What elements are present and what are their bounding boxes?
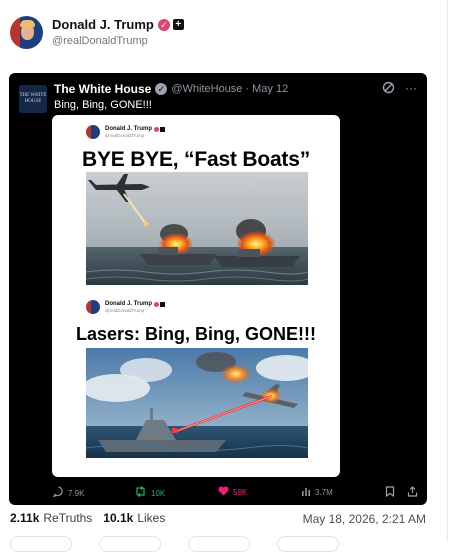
card-author-name-2: Donald J. Trump xyxy=(105,301,153,307)
likes-stat[interactable]: 10.1k Likes xyxy=(103,511,165,525)
reply-icon xyxy=(52,486,64,500)
quoted-author-name[interactable]: The White House xyxy=(54,82,151,96)
retruth-count: 10K xyxy=(151,488,166,498)
share-action[interactable] xyxy=(407,486,422,500)
quoted-post-date[interactable]: May 12 xyxy=(252,83,288,95)
quoted-author-handle[interactable]: @WhiteHouse xyxy=(171,83,242,95)
card-author-name-1: Donald J. Trump xyxy=(105,126,153,132)
card-author-handle-2: @realDonaldTrump xyxy=(105,308,145,313)
reply-action[interactable]: 7.9K xyxy=(52,486,85,500)
post-timestamp[interactable]: May 18, 2026, 2:21 AM xyxy=(303,512,426,526)
white-house-avatar[interactable]: THE WHITE HOUSE xyxy=(19,85,47,113)
bottom-action-button[interactable] xyxy=(277,536,339,552)
author-display-name[interactable]: Donald J. Trump xyxy=(52,17,154,32)
card-author-handle-1: @realDonaldTrump xyxy=(105,133,145,138)
no-sign-icon[interactable] xyxy=(382,81,395,97)
retruth-icon xyxy=(134,486,147,500)
quoted-action-bar: 7.9K 10K 59K 3.7M xyxy=(9,486,427,502)
white-house-avatar-text: THE WHITE HOUSE xyxy=(19,93,47,104)
drone-strike-image xyxy=(86,172,308,285)
views-count: 3.7M xyxy=(315,488,333,497)
post-header: Donald J. Trump ✓ + @realDonaldTrump xyxy=(10,14,430,50)
bottom-action-button[interactable] xyxy=(10,536,72,552)
quoted-post-text: Bing, Bing, GONE!!! xyxy=(54,99,152,111)
retruths-stat[interactable]: 2.11k ReTruths xyxy=(10,511,92,525)
quoted-post-header: THE WHITE HOUSE The White House ✓ @White… xyxy=(19,78,417,113)
bookmark-action[interactable] xyxy=(385,486,399,500)
meta-separator: · xyxy=(245,83,250,95)
bottom-action-button[interactable] xyxy=(188,536,250,552)
like-count: 59K xyxy=(233,488,248,497)
card-title-fast-boats: BYE BYE, “Fast Boats” xyxy=(81,148,311,171)
bottom-action-button[interactable] xyxy=(99,536,161,552)
post-stats: 2.11k ReTruths 10.1k Likes xyxy=(10,511,165,525)
more-options-icon[interactable]: ··· xyxy=(405,81,417,95)
retruth-action[interactable]: 10K xyxy=(134,486,165,500)
like-action[interactable]: 59K xyxy=(218,486,247,499)
laser-ship-image xyxy=(86,348,308,458)
reply-count: 7.9K xyxy=(68,488,85,498)
quoted-verified-icon: ✓ xyxy=(155,83,168,95)
card-verified-icon-1 xyxy=(154,126,160,132)
views-action[interactable]: 3.7M xyxy=(301,486,333,499)
views-icon xyxy=(301,486,311,499)
retruths-count: 2.11k xyxy=(10,511,40,525)
card-author-1: Donald J. Trump @realDonaldTrump xyxy=(86,125,166,139)
bookmark-icon xyxy=(385,486,395,500)
verified-badge-icon: ✓ xyxy=(157,18,170,31)
card-title-lasers: Lasers: Bing, Bing, GONE!!! xyxy=(75,324,316,344)
quoted-author-row: The White House ✓ @WhiteHouse · May 12 xyxy=(54,82,288,96)
card-avatar-2 xyxy=(86,300,100,314)
card-plus-icon-2 xyxy=(160,301,166,307)
card-plus-icon-1 xyxy=(160,126,166,132)
author-avatar[interactable] xyxy=(10,15,43,49)
heart-icon xyxy=(218,486,229,499)
right-divider xyxy=(447,0,448,541)
author-name-row: Donald J. Trump ✓ + xyxy=(52,17,184,32)
image-card[interactable]: Donald J. Trump @realDonaldTrump BYE BYE… xyxy=(52,115,340,477)
likes-count: 10.1k xyxy=(103,511,134,525)
author-info: Donald J. Trump ✓ + @realDonaldTrump xyxy=(52,17,184,47)
quoted-post[interactable]: THE WHITE HOUSE The White House ✓ @White… xyxy=(9,73,427,505)
card-avatar-1 xyxy=(86,125,100,139)
plus-badge-icon: + xyxy=(172,19,184,30)
share-icon xyxy=(407,486,418,500)
author-handle[interactable]: @realDonaldTrump xyxy=(52,35,184,47)
likes-label: Likes xyxy=(137,511,166,525)
retruths-label: ReTruths xyxy=(43,511,93,525)
card-verified-icon-2 xyxy=(154,301,160,307)
card-author-2: Donald J. Trump @realDonaldTrump xyxy=(86,300,166,314)
